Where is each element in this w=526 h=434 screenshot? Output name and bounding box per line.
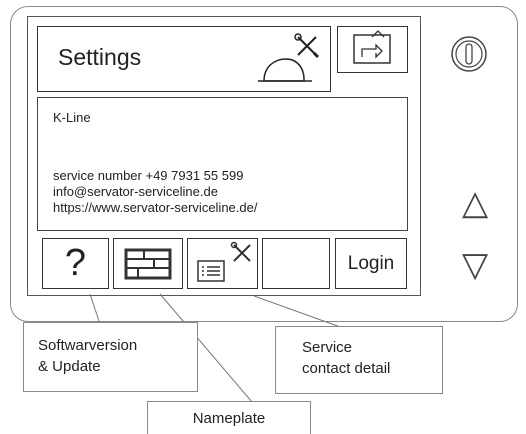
- callout-line: contact detail: [302, 360, 391, 377]
- nameplate-callout: Nameplate: [147, 401, 311, 434]
- callout-line: Service: [302, 339, 353, 356]
- service-contact-callout: Service contact detail: [275, 326, 443, 394]
- softwarversion-callout: Softwarversion & Update: [23, 322, 198, 392]
- callout-line: & Update: [38, 358, 101, 375]
- callout-line: Softwarversion: [38, 337, 138, 354]
